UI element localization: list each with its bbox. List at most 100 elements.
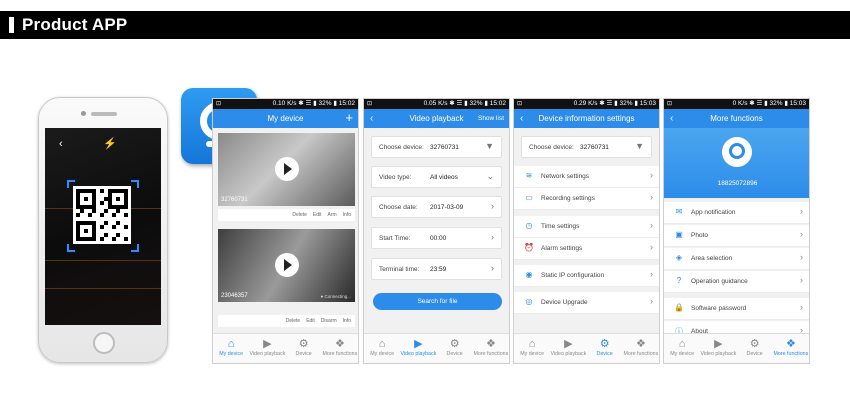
camera-actions: Delete Edit Disarm Info xyxy=(218,315,355,327)
back-icon[interactable]: ‹ xyxy=(520,109,523,128)
nav-label: More functions xyxy=(773,351,809,357)
field-label: Choose device: xyxy=(379,144,424,151)
gear-icon: ⚙ xyxy=(298,338,309,350)
wifi-icon: ≋ xyxy=(525,171,533,180)
nav-more-functions[interactable]: ❖ More functions xyxy=(473,334,509,363)
nav-label: Device xyxy=(746,351,763,357)
back-icon[interactable]: ‹ xyxy=(670,109,673,128)
field-value: 2017-03-09 xyxy=(430,204,464,211)
delete-button[interactable]: Delete xyxy=(292,212,306,218)
more-icon: ❖ xyxy=(334,338,345,350)
nav-video-playback[interactable]: ▶ Video playback xyxy=(550,334,586,363)
chevron-down-icon: ⌄ xyxy=(486,171,494,181)
nav-more-functions[interactable]: ❖ More functions xyxy=(623,334,659,363)
screen-my-device: ⊡ 0.10 K/s ✱ ☰ ▮ 32% ▮ 15:02 My device + … xyxy=(212,98,359,364)
edit-button[interactable]: Edit xyxy=(306,318,315,324)
static-ip-item[interactable]: ◉ Static IP configuration › xyxy=(514,265,659,287)
nav-label: Device xyxy=(295,351,312,357)
iphone-mockup: ‹ ⚡ xyxy=(38,97,168,363)
nav-device[interactable]: ⚙ Device xyxy=(437,334,473,363)
photo-item[interactable]: ▣ Photo › xyxy=(664,225,809,247)
back-icon[interactable]: ‹ xyxy=(370,109,373,128)
nav-label: More functions xyxy=(473,351,509,357)
add-device-icon[interactable]: + xyxy=(345,108,353,127)
nav-more-functions[interactable]: ❖ More functions xyxy=(322,334,358,363)
nav-my-device[interactable]: ⌂ My device xyxy=(664,334,700,363)
screen-title: More functions xyxy=(710,114,763,123)
dropdown-icon: ▼ xyxy=(635,141,644,151)
field-value: 32760731 xyxy=(580,144,609,151)
network-settings-item[interactable]: ≋ Network settings › xyxy=(514,166,659,188)
chevron-right-icon: › xyxy=(800,229,803,239)
time-settings-item[interactable]: ◷ Time settings › xyxy=(514,216,659,238)
start-time-field[interactable]: Start Time: 00:00 › xyxy=(371,227,502,249)
search-file-button[interactable]: Search for file xyxy=(373,293,502,310)
play-icon[interactable] xyxy=(275,157,299,181)
item-label: Area selection xyxy=(691,255,733,262)
info-button[interactable]: Info xyxy=(343,212,351,218)
delete-button[interactable]: Delete xyxy=(286,318,300,324)
video-type-field[interactable]: Video type: All videos ⌄ xyxy=(371,166,502,188)
status-right: 0.29 K/s ✱ ☰ ▮ 32% ▮ 15:03 xyxy=(573,100,656,107)
scan-frame-corner xyxy=(131,180,139,188)
camera-status: ● Connecting... xyxy=(320,294,352,299)
screen-video-playback: ⊡ 0.05 K/s ✱ ☰ ▮ 32% ▮ 15:02 ‹ Video play… xyxy=(363,98,510,364)
chevron-right-icon: › xyxy=(800,302,803,312)
nav-video-playback[interactable]: ▶ Video playback xyxy=(249,334,285,363)
camera-tile[interactable]: 23046357 ● Connecting... xyxy=(218,229,355,302)
screen-title: Device information settings xyxy=(538,114,635,123)
disarm-button[interactable]: Disarm xyxy=(321,318,337,324)
app-notification-item[interactable]: ✉ App notification › xyxy=(664,202,809,224)
home-button[interactable] xyxy=(93,332,115,354)
chevron-right-icon: › xyxy=(491,263,494,273)
edit-button[interactable]: Edit xyxy=(313,212,322,218)
item-label: Time settings xyxy=(541,223,580,230)
camera-tile[interactable]: 32760731 xyxy=(218,133,355,206)
choose-device-field[interactable]: Choose device: 32760731 ▼ xyxy=(371,136,502,158)
nav-device[interactable]: ⚙ Device xyxy=(737,334,773,363)
chevron-right-icon: › xyxy=(800,206,803,216)
chevron-right-icon: › xyxy=(650,296,653,306)
arm-button[interactable]: Arm xyxy=(327,212,336,218)
nav-label: Device xyxy=(596,351,613,357)
nav-video-playback[interactable]: ▶ Video playback xyxy=(400,334,436,363)
more-icon: ❖ xyxy=(485,338,496,350)
earpiece-speaker xyxy=(91,112,117,116)
nav-device[interactable]: ⚙ Device xyxy=(587,334,623,363)
nav-my-device[interactable]: ⌂ My device xyxy=(364,334,400,363)
section-title: Product APP xyxy=(22,15,128,34)
nav-device[interactable]: ⚙ Device xyxy=(286,334,322,363)
play-icon[interactable] xyxy=(275,253,299,277)
show-list-link[interactable]: Show list xyxy=(478,109,504,128)
nav-video-playback[interactable]: ▶ Video playback xyxy=(700,334,736,363)
video-icon: ▭ xyxy=(525,193,533,202)
lock-icon: 🔒 xyxy=(674,303,684,312)
operation-guidance-item[interactable]: ? Operation guidance › xyxy=(664,271,809,293)
scan-frame-corner xyxy=(67,244,75,252)
info-button[interactable]: Info xyxy=(343,318,351,324)
status-right: 0 K/s ✱ ☰ ▮ 32% ▮ 15:03 xyxy=(732,100,806,107)
nav-my-device[interactable]: ⌂ My device xyxy=(213,334,249,363)
chevron-right-icon: › xyxy=(650,170,653,180)
chevron-right-icon: › xyxy=(800,252,803,262)
more-icon: ❖ xyxy=(785,338,796,350)
avatar[interactable] xyxy=(722,137,752,167)
title-bar: My device + xyxy=(213,109,358,128)
area-selection-item[interactable]: ◈ Area selection › xyxy=(664,248,809,270)
flash-icon[interactable]: ⚡ xyxy=(103,137,117,150)
nav-my-device[interactable]: ⌂ My device xyxy=(514,334,550,363)
field-label: Choose date: xyxy=(379,204,418,211)
choose-date-field[interactable]: Choose date: 2017-03-09 › xyxy=(371,196,502,218)
status-bar: ⊡ 0 K/s ✱ ☰ ▮ 32% ▮ 15:03 xyxy=(664,99,809,109)
recording-settings-item[interactable]: ▭ Recording settings › xyxy=(514,188,659,210)
back-icon[interactable]: ‹ xyxy=(59,138,63,150)
software-password-item[interactable]: 🔒 Software password › xyxy=(664,298,809,320)
choose-device-field[interactable]: Choose device: 32760731 ▼ xyxy=(521,136,652,158)
item-label: Photo xyxy=(691,232,708,239)
alarm-settings-item[interactable]: ⏰ Alarm settings › xyxy=(514,238,659,260)
terminal-time-field[interactable]: Terminal time: 23:59 › xyxy=(371,258,502,280)
qr-code-pattern xyxy=(76,189,128,241)
device-upgrade-item[interactable]: ◎ Device Upgrade › xyxy=(514,292,659,314)
nav-more-functions[interactable]: ❖ More functions xyxy=(773,334,809,363)
field-value: 32760731 xyxy=(430,144,459,151)
